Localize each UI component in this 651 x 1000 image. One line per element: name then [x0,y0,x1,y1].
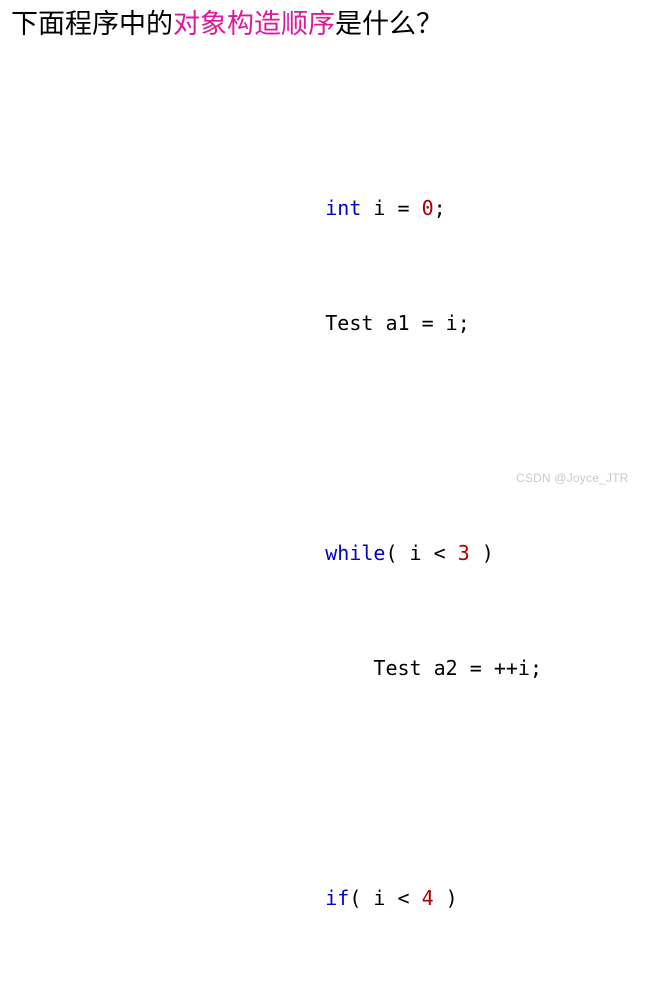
code-token-number: 3 [457,541,470,565]
watermark: CSDN @Joyce_JTR [516,471,629,485]
code-token-keyword: if [325,886,350,910]
code-token-plain: ( i < [385,541,458,565]
title-segment-highlight: 对象构造顺序 [173,9,335,40]
code-block: int i = 0; Test a1 = i; while( i < 3 ) T… [253,72,542,1000]
code-token-plain: ; [433,196,446,220]
code-token-plain: ) [433,886,458,910]
code-token-number: 0 [421,196,434,220]
title-segment-plain-trailing: 是什么？ [335,9,443,40]
title-segment-plain-leading: 下面程序中的 [11,9,173,40]
code-line: int i = 0; [253,144,542,220]
code-line: if( i < 4 ) [253,834,542,910]
code-token-plain: ) [469,541,494,565]
code-token-plain: Test a1 = i; [325,311,470,335]
code-token-keyword: int [325,196,362,220]
slide-canvas: 下面程序中的对象构造顺序是什么？ int i = 0; Test a1 = i;… [0,0,651,910]
page-title: 下面程序中的对象构造顺序是什么？ [11,6,443,44]
code-line: while( i < 3 ) [253,489,542,565]
code-token-plain: i = [361,196,422,220]
code-token-number: 4 [421,886,434,910]
code-token-plain: Test a2 = ++i; [325,656,542,680]
code-token-plain: ( i < [349,886,422,910]
code-token-keyword: while [325,541,386,565]
